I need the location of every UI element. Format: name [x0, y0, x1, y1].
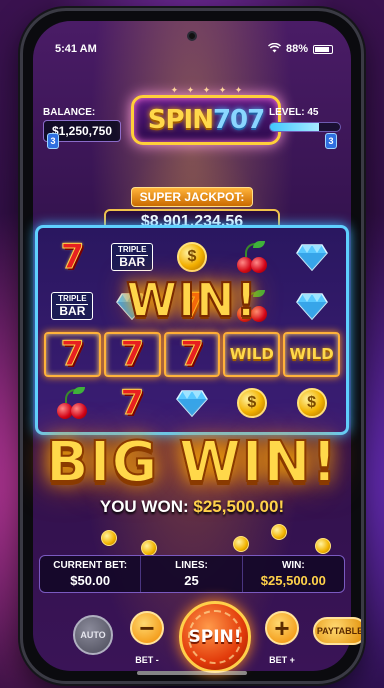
- lines-label: LINES:: [175, 560, 208, 571]
- slot-reels: 7 TRIPLE BAR $ TRIPLE BAR 7 7 7 7 WILD WILD 7 $ $: [35, 225, 349, 435]
- coin-shower: [23, 516, 361, 556]
- battery-percent: 88%: [285, 43, 308, 55]
- game-logo: SPIN 707: [131, 95, 281, 145]
- win: WIN: $25,500.00: [243, 556, 344, 592]
- payline-marker-right: 3: [325, 133, 337, 149]
- control-bar: AUTO − BET - SPIN! + BET + PAYTABLE: [23, 601, 361, 673]
- seven-symbol: 7: [120, 334, 145, 375]
- coin-decoration: [233, 536, 249, 552]
- win-value: $25,500.00: [260, 573, 326, 588]
- reel-cell-seven: 7: [104, 380, 161, 426]
- bet-decrease-label: BET -: [135, 655, 159, 665]
- coin-decoration: [141, 540, 157, 556]
- win-banner: WIN!: [125, 272, 258, 328]
- bar-text-bottom: BAR: [116, 254, 149, 268]
- wifi-icon: [267, 42, 281, 56]
- status-bar: 5:41 AM 88%: [55, 41, 333, 57]
- battery-fill: [315, 46, 329, 52]
- bar-text-top: TRIPLE: [117, 244, 147, 254]
- reel-cell-wild: WILD: [283, 331, 340, 378]
- current-bet-value: $50.00: [70, 573, 111, 588]
- you-won-label: YOU WON:: [99, 497, 189, 516]
- jackpot-label: SUPER JACKPOT:: [130, 187, 254, 207]
- cherry-icon: [55, 387, 89, 420]
- home-indicator[interactable]: [137, 671, 247, 675]
- level-label: LEVEL: 45: [269, 107, 319, 118]
- payline-marker-left: 3: [47, 133, 59, 149]
- coin-decoration: [315, 538, 331, 554]
- reel-cell-wild: WILD: [223, 331, 281, 378]
- bet-info-panel: CURRENT BET: $50.00 LINES: 25 WIN: $25,5…: [39, 555, 345, 593]
- seven-symbol: 7: [120, 383, 145, 424]
- front-camera: [187, 31, 197, 41]
- diamond-icon: [295, 243, 328, 272]
- logo-text-number: 707: [212, 105, 265, 135]
- reel-cell-diamond: [164, 380, 221, 426]
- level-progress-fill: [270, 123, 319, 131]
- bet-increase-button[interactable]: +: [265, 611, 299, 645]
- logo-text-spin: SPIN: [147, 105, 214, 135]
- wild-symbol: WILD: [289, 345, 334, 364]
- reel-grid: 7 TRIPLE BAR $ TRIPLE BAR 7 7 7 7 WILD WILD 7 $ $: [44, 234, 340, 426]
- wild-symbol: WILD: [229, 345, 274, 364]
- lines-value: 25: [184, 573, 199, 588]
- diamond-icon: [176, 389, 208, 418]
- spin-button[interactable]: SPIN!: [179, 601, 251, 673]
- seven-symbol: 7: [60, 236, 85, 277]
- phone-frame: 5:41 AM 88% BALANCE: $1,250,750 ✦ ✦ ✦ ✦ …: [20, 8, 364, 684]
- triple-bar-symbol: TRIPLE BAR: [111, 242, 154, 271]
- status-time: 5:41 AM: [55, 43, 97, 55]
- reel-cell-seven: 7: [44, 331, 101, 378]
- lines: LINES: 25: [141, 556, 243, 592]
- status-right: 88%: [267, 42, 333, 56]
- win-label: WIN:: [281, 560, 305, 571]
- reel-cell-coin: $: [223, 380, 280, 426]
- bet-increase-label: BET +: [269, 655, 295, 665]
- seven-symbol: 7: [180, 334, 205, 375]
- paytable-button[interactable]: PAYTABLE: [313, 617, 361, 645]
- game-header: BALANCE: $1,250,750 ✦ ✦ ✦ ✦ ✦ SPIN 707 LE…: [43, 69, 341, 149]
- coin-symbol: $: [236, 388, 267, 419]
- level-progress-bar: [269, 122, 341, 132]
- seven-symbol: 7: [60, 334, 85, 375]
- cherry-icon: [235, 240, 269, 273]
- coin-symbol: $: [176, 241, 207, 272]
- you-won-amount: $25,500.00!: [193, 497, 285, 516]
- level-box: LEVEL: 45: [269, 107, 341, 132]
- coin-decoration: [101, 530, 117, 546]
- balance-label: BALANCE:: [43, 107, 96, 118]
- current-bet: CURRENT BET: $50.00: [40, 556, 142, 592]
- battery-icon: [313, 44, 333, 54]
- coin-decoration: [271, 524, 287, 540]
- reel-cell-seven: 7: [103, 331, 161, 378]
- auto-button[interactable]: AUTO: [73, 615, 113, 655]
- coin-symbol: $: [296, 388, 327, 419]
- reel-cell-coin: $: [283, 380, 340, 426]
- big-win-banner: BIG WIN!: [45, 430, 338, 495]
- you-won-text: YOU WON: $25,500.00!: [23, 497, 361, 517]
- spin-arrows-icon: [188, 610, 242, 664]
- reel-cell-seven: 7: [163, 331, 221, 378]
- reel-cell-cherry: [44, 380, 101, 426]
- bet-decrease-button[interactable]: −: [130, 611, 164, 645]
- current-bet-label: CURRENT BET:: [53, 560, 128, 571]
